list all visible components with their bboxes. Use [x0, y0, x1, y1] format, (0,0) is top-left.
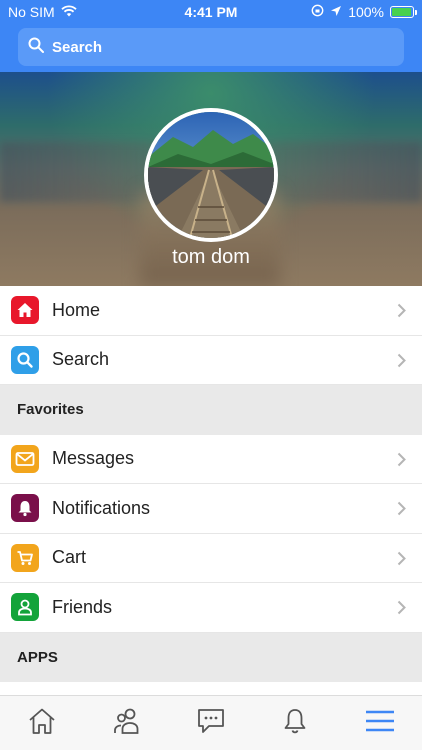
chevron-right-icon	[397, 452, 406, 472]
rotation-lock-icon	[311, 4, 324, 20]
chevron-right-icon	[397, 551, 406, 571]
menu-item-label: Friends	[52, 596, 113, 617]
bell-icon	[11, 494, 39, 523]
location-icon	[330, 4, 342, 20]
menu-item-home[interactable]: Home	[0, 286, 422, 336]
avatar[interactable]	[144, 108, 278, 242]
search-icon	[11, 345, 39, 374]
person-icon	[11, 593, 39, 622]
home-icon	[11, 296, 39, 325]
bell-icon	[280, 707, 310, 740]
menu-item-label: Cart	[52, 547, 87, 568]
menu-item-label: Messages	[52, 448, 135, 469]
chevron-right-icon	[397, 353, 406, 373]
search-icon	[28, 37, 44, 58]
chevron-right-icon	[397, 303, 406, 323]
friends-icon	[112, 707, 142, 740]
chat-icon	[196, 707, 226, 740]
search-placeholder: Search	[52, 38, 103, 56]
battery-icon	[390, 6, 417, 18]
home-icon	[27, 707, 57, 740]
search-bar[interactable]: Search	[18, 28, 404, 66]
menu-item-friends[interactable]: Friends	[0, 583, 422, 633]
section-header-favorites: Favorites	[0, 385, 422, 435]
top-bar: No SIM 4:41 PM 100% Search	[0, 0, 422, 72]
menu-item-label: Notifications	[52, 497, 151, 518]
menu-item-cart[interactable]: Cart	[0, 533, 422, 583]
menu-item-search[interactable]: Search	[0, 335, 422, 385]
tab-friends[interactable]	[84, 696, 168, 750]
tab-bar	[0, 695, 422, 750]
tab-home[interactable]	[0, 696, 84, 750]
status-bar: No SIM 4:41 PM 100%	[0, 0, 422, 24]
menu-item-messages[interactable]: Messages	[0, 434, 422, 484]
menu-icon	[365, 709, 395, 738]
menu-item-label: Search	[52, 349, 110, 370]
chevron-right-icon	[397, 600, 406, 620]
profile-name: tom dom	[172, 246, 250, 268]
tab-notifications[interactable]	[253, 696, 337, 750]
cart-icon	[11, 543, 39, 572]
section-header-apps: APPS	[0, 632, 422, 682]
profile-header: tom dom	[0, 72, 422, 286]
menu-list: Home Search Favorites Messages Notificat…	[0, 286, 422, 733]
envelope-icon	[11, 444, 39, 473]
tab-menu[interactable]	[338, 696, 422, 750]
menu-item-label: Home	[52, 299, 101, 320]
menu-item-notifications[interactable]: Notifications	[0, 484, 422, 534]
battery-percent: 100%	[348, 4, 384, 20]
avatar-photo	[148, 112, 274, 238]
chevron-right-icon	[397, 501, 406, 521]
tab-chat[interactable]	[169, 696, 253, 750]
